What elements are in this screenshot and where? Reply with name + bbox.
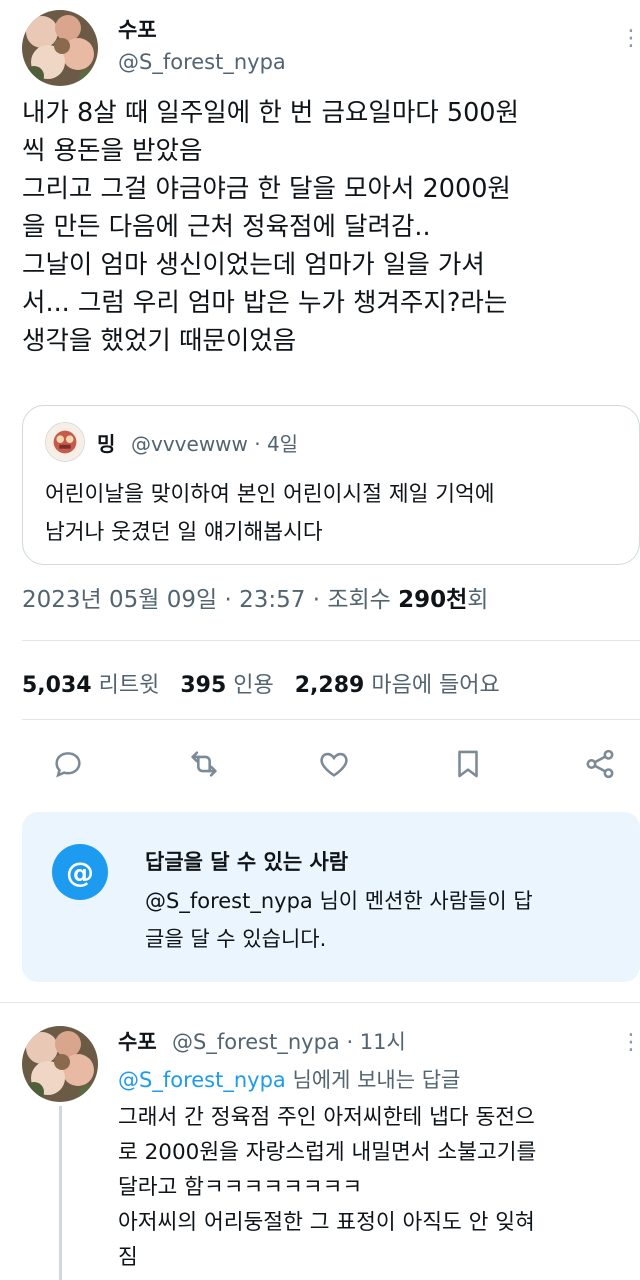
reply-author-name[interactable]: 수포: [118, 1026, 157, 1056]
quote-author-handle: @vvvewww · 4일: [131, 432, 299, 456]
quote-text: 어린이날을 맞이하여 본인 어린이시절 제일 기억에 남거나 웃겼던 일 얘기해…: [45, 482, 495, 545]
divider: [22, 719, 640, 720]
author-handle[interactable]: @S_forest_nypa: [118, 50, 286, 74]
mention-at-icon: @: [52, 844, 108, 900]
divider: [22, 640, 640, 641]
reply-icon[interactable]: [48, 744, 88, 784]
notice-text: @S_forest_nypa 님이 멘션한 사람들이 답 글을 달 수 있습니다…: [145, 889, 533, 951]
reply-restriction-notice: @ 답글을 달 수 있는 사람 @S_forest_nypa 님이 멘션한 사람…: [22, 812, 640, 982]
like-icon[interactable]: [314, 744, 354, 784]
tweet-stats: 5,034 리트윗 395 인용 2,289 마음에 들어요: [22, 667, 500, 699]
share-icon[interactable]: [580, 744, 620, 784]
author-avatar[interactable]: [22, 10, 98, 86]
notice-title: 답글을 달 수 있는 사람: [145, 850, 349, 874]
quote-avatar[interactable]: [45, 422, 85, 462]
replying-to: @S_forest_nypa 님에게 보내는 답글: [118, 1068, 461, 1092]
section-divider: [0, 1002, 640, 1003]
quote-stat[interactable]: 395 인용: [180, 673, 273, 698]
reply-more-dots-icon[interactable]: ⋮: [620, 1032, 640, 1054]
more-dots-icon[interactable]: ⋮: [620, 28, 640, 50]
tweet-datetime[interactable]: 2023년 05월 09일 · 23:57 · 조회수: [22, 587, 398, 613]
bookmark-icon[interactable]: [448, 744, 488, 784]
reply-text: 그래서 간 정육점 주인 아저씨한테 냅다 동전으 로 2000원을 자랑스럽게…: [118, 1105, 537, 1270]
quote-author-name: 밍: [97, 432, 116, 456]
retweet-stat[interactable]: 5,034 리트윗: [22, 673, 159, 698]
reply-author-handle[interactable]: @S_forest_nypa · 11시: [172, 1026, 406, 1056]
tweet-text: 내가 8살 때 일주일에 한 번 금요일마다 500원 씩 용돈을 받았음 그리…: [22, 98, 519, 356]
view-count-suffix: 회: [467, 587, 489, 613]
thread-line: [59, 1106, 62, 1280]
quoted-tweet[interactable]: 밍 @vvvewww · 4일 어린이날을 맞이하여 본인 어린이시절 제일 기…: [22, 405, 640, 565]
replying-to-mention[interactable]: @S_forest_nypa: [118, 1068, 286, 1092]
retweet-icon[interactable]: [184, 744, 224, 784]
tweet-meta: 2023년 05월 09일 · 23:57 · 조회수 290천회: [22, 580, 488, 614]
reply-author-avatar[interactable]: [22, 1026, 98, 1102]
author-name[interactable]: 수포: [118, 14, 157, 44]
view-count: 290천: [398, 587, 468, 613]
like-stat[interactable]: 2,289 마음에 들어요: [295, 673, 500, 698]
